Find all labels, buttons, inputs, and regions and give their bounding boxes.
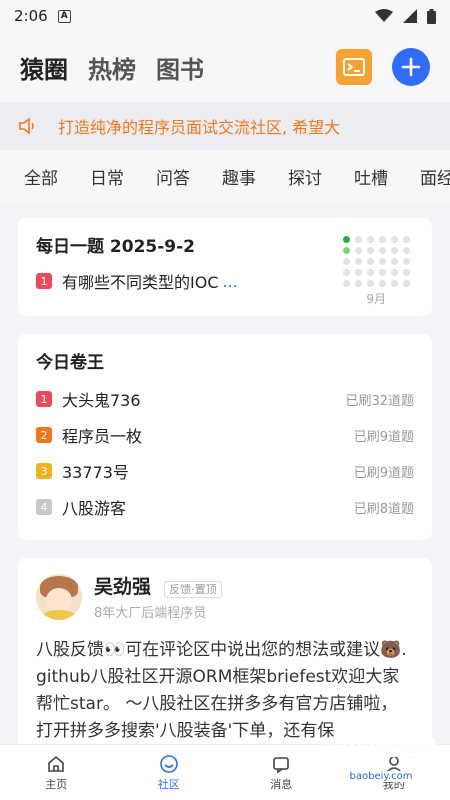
plus-icon (401, 57, 421, 77)
signal-icon (403, 9, 417, 23)
announcement-text: 打造纯净的程序员面试交流社区, 希望大 (58, 118, 341, 137)
author-subtitle: 8年大厂后端程序员 (94, 606, 207, 621)
calendar-dot-grid (343, 236, 410, 287)
list-item[interactable]: 4 八股游客 已刷8道题 (36, 489, 414, 525)
wifi-icon (375, 9, 393, 22)
list-item[interactable]: 2 程序员一枚 已刷9道题 (36, 417, 414, 453)
category-qa[interactable]: 问答 (156, 164, 190, 189)
top-users-card: 今日卷王 1 大头鬼736 已刷32道题 2 程序员一枚 已刷9道题 3 337… (18, 334, 432, 540)
watermark-text: 宝贝游戏网 (326, 738, 437, 764)
category-discuss[interactable]: 探讨 (288, 164, 322, 189)
category-fun[interactable]: 趣事 (222, 164, 256, 189)
category-interview[interactable]: 面经 (420, 164, 450, 189)
nav-home-label: 主页 (45, 777, 68, 791)
announcement-bar[interactable]: 打造纯净的程序员面试交流社区, 希望大 (0, 102, 450, 150)
post-card[interactable]: 吴劲强 反馈·置顶 8年大厂后端程序员 八股反馈👀可在评论区中说出您的想法或建议… (18, 558, 432, 758)
user-name: 大头鬼736 (62, 391, 141, 410)
solved-count: 已刷8道题 (353, 501, 414, 517)
category-daily[interactable]: 日常 (90, 164, 124, 189)
category-rant[interactable]: 吐槽 (354, 164, 388, 189)
top-bar: 猿圈 热榜 图书 (0, 32, 450, 102)
top-users-title: 今日卷王 (36, 353, 104, 373)
solved-count: 已刷9道题 (353, 429, 414, 445)
rank-badge: 1 (36, 391, 52, 407)
nav-messages-label: 消息 (270, 777, 293, 791)
nav-community[interactable]: 社区 (113, 745, 226, 800)
home-icon (48, 755, 65, 772)
watermark-url: baobeiy.com (345, 771, 417, 782)
site-watermark: 宝贝游戏网 baobeiy.com (326, 732, 437, 782)
user-name: 八股游客 (62, 499, 127, 518)
rank-badge: 2 (36, 427, 52, 443)
list-item[interactable]: 1 大头鬼736 已刷32道题 (36, 381, 414, 417)
nav-messages[interactable]: 消息 (225, 745, 338, 800)
tab-books[interactable]: 图书 (156, 50, 204, 85)
avatar[interactable] (36, 573, 82, 620)
nav-home[interactable]: 主页 (0, 745, 113, 800)
list-item[interactable]: 3 33773号 已刷9道题 (36, 453, 414, 489)
nav-community-label: 社区 (157, 777, 180, 791)
calendar-month: 9月 (366, 292, 386, 306)
tab-hot[interactable]: 热榜 (88, 50, 136, 85)
notification-a-icon: A (57, 9, 71, 23)
more-ellipsis[interactable]: ... (223, 272, 238, 291)
rank-badge: 3 (36, 463, 52, 479)
speaker-icon (19, 117, 34, 135)
smile-icon (159, 754, 178, 773)
terminal-icon (343, 58, 365, 76)
status-bar: 2:06 A (0, 0, 450, 32)
category-tabs: 全部 日常 问答 趣事 探讨 吐槽 面经 (0, 150, 450, 202)
battery-icon (427, 8, 436, 24)
add-post-button[interactable] (392, 48, 430, 86)
message-icon (273, 756, 290, 774)
post-content[interactable]: 八股反馈👀可在评论区中说出您的想法或建议🐻. github八股社区开源ORM框架… (36, 637, 414, 745)
solved-count: 已刷32道题 (345, 393, 414, 409)
rank-badge: 1 (36, 273, 52, 289)
status-time: 2:06 (14, 7, 48, 25)
solved-count: 已刷9道题 (353, 465, 414, 481)
rank-badge: 4 (36, 499, 52, 515)
terminal-button[interactable] (336, 49, 372, 85)
author-name[interactable]: 吴劲强 (94, 576, 151, 598)
category-all[interactable]: 全部 (24, 164, 58, 189)
tab-yuanquan[interactable]: 猿圈 (20, 50, 68, 85)
post-tag: 反馈·置顶 (164, 581, 222, 598)
daily-question-card[interactable]: 每日一题 2025-9-2 1 有哪些不同类型的IOC ... 9月 (18, 218, 432, 316)
user-name: 33773号 (62, 463, 129, 482)
user-name: 程序员一枚 (62, 427, 143, 446)
daily-question[interactable]: 有哪些不同类型的IOC (62, 269, 219, 293)
